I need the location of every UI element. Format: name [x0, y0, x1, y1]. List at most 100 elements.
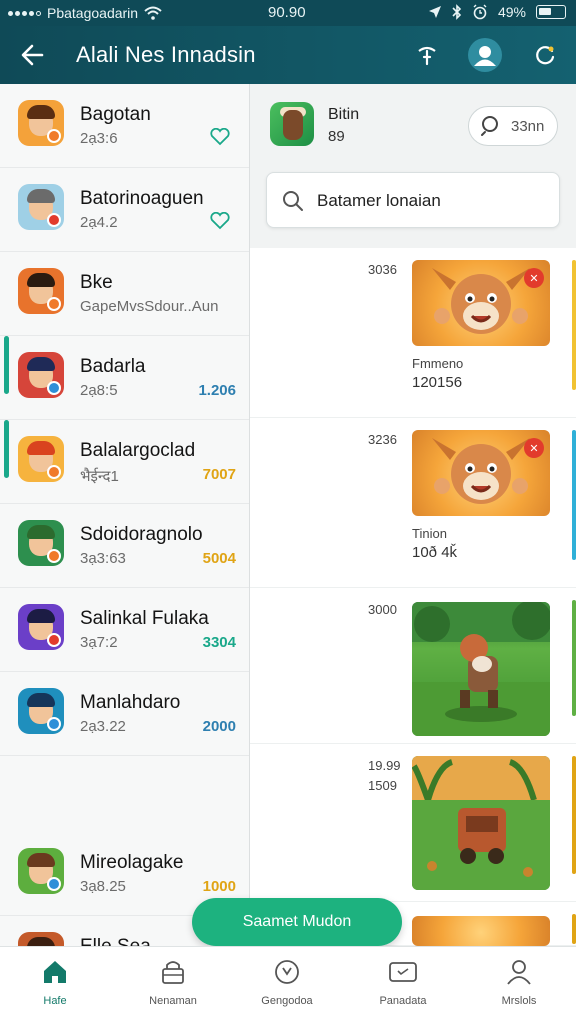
app-icon [18, 184, 64, 230]
nav-item-panadata[interactable]: Panadata [348, 957, 458, 1017]
list-item-subtitle: GapeMvsSdour..Aun [80, 298, 219, 315]
feed-row[interactable]: 19.99 1509 [250, 744, 576, 902]
nav-item-label: Mrslols [501, 995, 537, 1007]
refresh-button[interactable] [528, 38, 562, 72]
nav-item-gengodoa[interactable]: Gengodoa [232, 957, 342, 1017]
app-icon [18, 848, 64, 894]
filter-pill-text: 33nn [511, 118, 545, 135]
list-item[interactable]: Sdoidoragnolo 3ạ3:63 5004 [0, 504, 249, 588]
list-item-title: Elle Sea... [80, 936, 167, 946]
list-item[interactable]: Bagotan 2ạ3:6 [0, 84, 249, 168]
lock-icon [158, 957, 188, 987]
nav-item-label: Nenaman [149, 995, 197, 1007]
list-item-title: Balalargoclad [80, 440, 196, 461]
profile-icon [474, 46, 496, 66]
app-icon [18, 436, 64, 482]
filter-pill[interactable]: 33nn [468, 106, 558, 146]
feed-thumbnail[interactable] [412, 756, 550, 890]
list-item-subtitle: 2ạ3.22 [80, 718, 126, 735]
feed-thumbnail[interactable] [412, 916, 550, 946]
heart-icon[interactable] [210, 127, 230, 151]
next-card-edge [572, 756, 576, 874]
feed-thumbnail[interactable]: ✕ [412, 430, 550, 516]
list-item-title: Manlahdaro [80, 692, 181, 713]
list-item-subtitle: 2ạ4.2 [80, 214, 118, 231]
feed-value: 120156 [412, 374, 463, 391]
antenna-icon [418, 46, 436, 66]
list-item[interactable]: Balalargoclad भैईन्द1 7007 [0, 420, 249, 504]
search-input[interactable]: Batamer lonaian [266, 172, 560, 228]
feed-row-number: 3000 [368, 602, 397, 617]
list-item-subtitle: भैईन्द1 [80, 468, 119, 485]
list-item[interactable]: Badarla 2ạ8:5 1.206 [0, 336, 249, 420]
selected-app-count: 89 [328, 128, 345, 145]
bottom-nav: Hafe Nenaman Gengodoa Panadata Mrslols [0, 946, 576, 1024]
list-item-subtitle: 3ạ3:63 [80, 550, 126, 567]
nav-item-label: Gengodoa [261, 995, 313, 1007]
nav-item-mrslols[interactable]: Mrslols [464, 957, 574, 1017]
list-item[interactable]: Salinkal Fulaka 3ạ7:2 3304 [0, 588, 249, 672]
selected-app-name: Bitin [328, 106, 360, 123]
selected-indicator [4, 420, 9, 478]
feed-row-number: 3236 [368, 432, 397, 447]
close-icon[interactable]: ✕ [524, 268, 544, 288]
status-bar: Pbatagoadarin 90.90 49% [0, 0, 576, 26]
list-item-subtitle: 2ạ8:5 [80, 382, 118, 399]
list-item-value: 1.206 [198, 382, 236, 399]
app-icon [18, 932, 64, 946]
selected-app-icon[interactable] [270, 102, 314, 146]
bluetooth-icon [452, 4, 462, 20]
feed-thumbnail[interactable] [412, 602, 550, 736]
signal-dots-icon [8, 10, 41, 16]
app-icon [18, 268, 64, 314]
next-card-edge [572, 914, 576, 944]
list-item[interactable]: Bke GapeMvsSdour..Aun [0, 252, 249, 336]
back-button[interactable] [16, 40, 48, 70]
selected-indicator [4, 336, 9, 394]
list-item-title: Batorinoaguen [80, 188, 204, 209]
list-item-value: 7007 [202, 466, 236, 483]
close-icon[interactable]: ✕ [524, 438, 544, 458]
list-item-subtitle: 2ạ3:6 [80, 130, 118, 147]
list-item[interactable]: Batorinoaguen 2ạ4.2 [0, 168, 249, 252]
feed-row-number: 3036 [368, 262, 397, 277]
feed-label: Fmmeno [412, 356, 464, 371]
list-item-title: Mireolagake [80, 852, 184, 873]
feed-value: 10ð 4ǩ [412, 544, 458, 561]
nav-item-label: Panadata [379, 995, 427, 1007]
feed-label: Tinion [412, 526, 447, 541]
list-item-title: Sdoidoragnolo [80, 524, 203, 545]
primary-action-button[interactable]: Saamet Mudon [192, 898, 402, 946]
back-arrow-icon [21, 44, 44, 66]
profile-button[interactable] [468, 38, 502, 72]
nav-item-nenaman[interactable]: Nenaman [118, 957, 228, 1017]
nav-item-hafe[interactable]: Hafe [0, 957, 110, 1017]
clock-icon [272, 957, 302, 987]
feed-thumbnail[interactable]: ✕ [412, 260, 550, 346]
list-item[interactable]: Manlahdaro 2ạ3.22 2000 [0, 672, 249, 756]
list-item-title: Bke [80, 272, 113, 293]
status-right: 49% [428, 4, 566, 20]
list-item-value: 2000 [202, 718, 236, 735]
next-card-edge [572, 260, 576, 390]
search-icon [283, 191, 303, 211]
list-item-title: Badarla [80, 356, 146, 377]
app-list: Bagotan 2ạ3:6 Batorinoaguen 2ạ4.2 Bke GapeMvs… [0, 84, 250, 946]
alarm-icon [473, 4, 487, 20]
list-item-value: 3304 [202, 634, 236, 651]
person-icon [504, 957, 534, 987]
heart-icon[interactable] [210, 211, 230, 235]
tv-icon [388, 957, 418, 987]
app-icon [18, 520, 64, 566]
list-item-title: Salinkal Fulaka [80, 608, 209, 629]
feed-row-number: 1509 [368, 778, 397, 793]
app-icon [18, 688, 64, 734]
page-title: Alali Nes Innadsin [76, 42, 256, 67]
feed-row[interactable]: 3036 ✕ Fmmeno 120156 [250, 248, 576, 418]
feed-row[interactable]: 3000 [250, 588, 576, 744]
app-icon [18, 352, 64, 398]
home-icon [40, 957, 70, 987]
feed-row[interactable]: 3236 ✕ Tinion 10ð 4ǩ [250, 418, 576, 588]
list-item-title: Bagotan [80, 104, 151, 125]
antenna-button[interactable] [410, 38, 444, 72]
